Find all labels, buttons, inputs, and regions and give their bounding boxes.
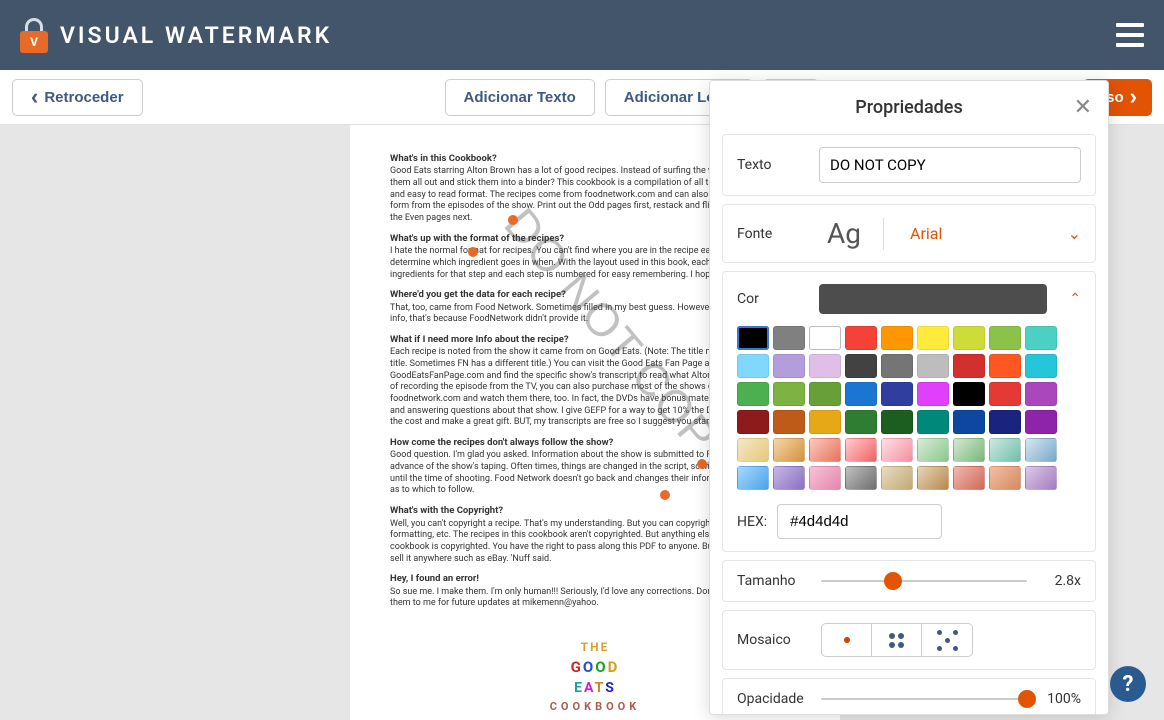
color-swatch[interactable] [737, 382, 769, 406]
color-swatch[interactable] [917, 354, 949, 378]
color-swatch[interactable] [953, 410, 985, 434]
gradient-swatch[interactable] [917, 466, 949, 490]
color-palette [737, 326, 1081, 490]
menu-icon[interactable] [1116, 23, 1144, 47]
mosaic-label: Mosaico [737, 632, 809, 648]
color-swatch[interactable] [989, 326, 1021, 350]
gradient-swatch[interactable] [1025, 466, 1057, 490]
color-label: Cor [737, 291, 807, 307]
color-swatch[interactable] [953, 354, 985, 378]
slider-thumb-icon[interactable] [884, 572, 902, 590]
size-slider[interactable] [821, 580, 1027, 582]
color-swatch[interactable] [845, 410, 877, 434]
gradient-swatch[interactable] [773, 438, 805, 462]
color-swatch[interactable] [1025, 382, 1057, 406]
color-swatch[interactable] [953, 326, 985, 350]
color-swatch[interactable] [881, 354, 913, 378]
color-swatch[interactable] [917, 410, 949, 434]
hex-input[interactable] [777, 504, 942, 539]
gradient-swatch[interactable] [737, 438, 769, 462]
color-swatch[interactable] [809, 410, 841, 434]
mosaic-single-button[interactable] [822, 624, 872, 656]
mosaic-grid4-button[interactable] [872, 624, 922, 656]
color-swatch[interactable] [1025, 326, 1057, 350]
color-swatch[interactable] [989, 410, 1021, 434]
opacity-value: 100% [1039, 691, 1081, 707]
font-picker[interactable]: Fonte Ag Arial ⌄ [737, 217, 1081, 250]
gradient-swatch[interactable] [953, 466, 985, 490]
gradient-swatch[interactable] [845, 438, 877, 462]
panel-title: Propriedades [855, 97, 962, 118]
color-swatch[interactable] [845, 382, 877, 406]
color-swatch[interactable] [1025, 410, 1057, 434]
gradient-swatch[interactable] [917, 438, 949, 462]
back-button[interactable]: Retroceder [12, 79, 143, 116]
color-swatch[interactable] [845, 354, 877, 378]
color-swatch[interactable] [845, 326, 877, 350]
slider-thumb-icon[interactable] [1018, 690, 1036, 708]
resize-handle-icon[interactable] [468, 247, 478, 257]
chevron-up-icon[interactable]: ⌃ [1069, 291, 1081, 307]
color-swatch[interactable] [809, 354, 841, 378]
color-swatch[interactable] [917, 326, 949, 350]
font-sample: Ag [827, 217, 861, 250]
watermark-text-input[interactable] [819, 147, 1081, 183]
gradient-swatch[interactable] [845, 466, 877, 490]
gradient-swatch[interactable] [953, 438, 985, 462]
color-swatch[interactable] [737, 326, 769, 350]
brand-logo: V VISUAL WATERMARK [20, 18, 332, 52]
color-swatch[interactable] [1025, 354, 1057, 378]
color-swatch[interactable] [881, 410, 913, 434]
mosaic-grid5-button[interactable] [922, 624, 972, 656]
app-header: V VISUAL WATERMARK [0, 0, 1164, 70]
gradient-swatch[interactable] [881, 466, 913, 490]
color-swatch[interactable] [917, 382, 949, 406]
help-button[interactable]: ? [1110, 666, 1146, 702]
chevron-down-icon: ⌄ [1068, 224, 1081, 243]
gradient-swatch[interactable] [989, 466, 1021, 490]
resize-handle-icon[interactable] [508, 215, 518, 225]
text-label: Texto [737, 157, 807, 173]
add-text-button[interactable]: Adicionar Texto [445, 79, 595, 116]
color-swatch[interactable] [773, 326, 805, 350]
size-label: Tamanho [737, 573, 809, 589]
color-swatch[interactable] [881, 326, 913, 350]
current-color-swatch[interactable] [819, 284, 1047, 314]
gradient-swatch[interactable] [773, 466, 805, 490]
color-swatch[interactable] [881, 382, 913, 406]
color-swatch[interactable] [953, 382, 985, 406]
color-swatch[interactable] [989, 354, 1021, 378]
mosaic-toggle-group [821, 623, 973, 657]
color-swatch[interactable] [989, 382, 1021, 406]
lock-icon: V [20, 18, 48, 52]
resize-handle-icon[interactable] [660, 490, 670, 500]
properties-panel: Propriedades ✕ Texto Fonte Ag Arial ⌄ Co… [709, 80, 1109, 715]
opacity-label: Opacidade [737, 691, 809, 707]
brand-text: VISUAL WATERMARK [60, 22, 332, 49]
gradient-swatch[interactable] [881, 438, 913, 462]
color-swatch[interactable] [809, 326, 841, 350]
gradient-swatch[interactable] [809, 438, 841, 462]
close-icon[interactable]: ✕ [1074, 95, 1092, 120]
color-swatch[interactable] [809, 382, 841, 406]
opacity-slider[interactable] [821, 698, 1027, 700]
color-swatch[interactable] [737, 410, 769, 434]
gradient-swatch[interactable] [1025, 438, 1057, 462]
size-value: 2.8x [1039, 573, 1081, 589]
color-swatch[interactable] [737, 354, 769, 378]
resize-handle-icon[interactable] [697, 459, 707, 469]
color-swatch[interactable] [773, 410, 805, 434]
color-swatch[interactable] [773, 354, 805, 378]
gradient-swatch[interactable] [989, 438, 1021, 462]
font-name: Arial [910, 224, 942, 243]
gradient-swatch[interactable] [809, 466, 841, 490]
color-swatch[interactable] [773, 382, 805, 406]
hex-label: HEX: [737, 514, 767, 530]
gradient-swatch[interactable] [737, 466, 769, 490]
